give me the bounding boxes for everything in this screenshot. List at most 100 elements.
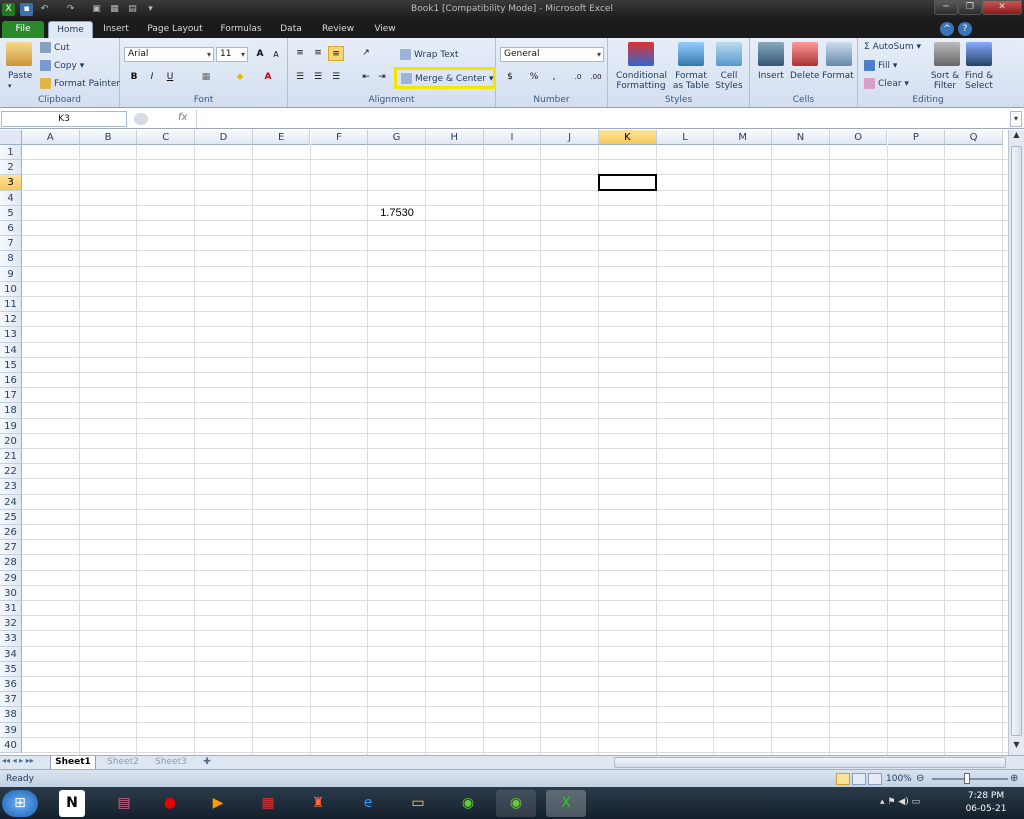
row-header-31[interactable]: 31 — [0, 601, 22, 617]
wrap-text-button[interactable]: Wrap Text — [400, 49, 459, 60]
worksheet-grid[interactable]: ABCDEFGHIJKLMNOPQ 1 2 3 4 5 6 7 8 9 10 11 12 13 14 15 1… — [0, 130, 1008, 755]
page-layout-view-icon[interactable] — [852, 773, 866, 785]
font-name-select[interactable]: Arial — [124, 47, 214, 62]
column-header-q[interactable]: Q — [945, 130, 1003, 145]
row-header-37[interactable]: 37 — [0, 692, 22, 708]
row-header-19[interactable]: 19 — [0, 418, 22, 434]
row-header-4[interactable]: 4 — [0, 190, 22, 206]
browser-icon[interactable]: ◉ — [496, 790, 536, 817]
excel-taskbar-icon[interactable]: X — [546, 790, 586, 817]
underline-button[interactable]: U — [162, 70, 178, 85]
winrar-icon[interactable]: ▤ — [104, 790, 144, 817]
row-header-35[interactable]: 35 — [0, 661, 22, 677]
sheet-nav-icons[interactable]: ◂◂ ◂ ▸ ▸▸ — [2, 756, 34, 765]
format-as-table-icon[interactable] — [678, 42, 704, 66]
column-header-h[interactable]: H — [425, 130, 484, 145]
merge-center-button[interactable]: Merge & Center ▾ — [394, 67, 496, 89]
row-header-40[interactable]: 40 — [0, 737, 22, 753]
bold-button[interactable]: B — [126, 70, 142, 85]
tab-file[interactable]: File — [2, 21, 44, 38]
align-middle-icon[interactable]: ≡ — [310, 46, 326, 61]
conditional-formatting-icon[interactable] — [628, 42, 654, 66]
column-header-i[interactable]: I — [483, 130, 542, 145]
game-icon[interactable]: ♜ — [298, 790, 338, 817]
zoom-slider-thumb[interactable] — [964, 773, 970, 784]
cell-g5[interactable]: 1.7530 — [368, 206, 426, 221]
vertical-scrollbar[interactable]: ▲ ▼ — [1008, 130, 1024, 755]
row-header-8[interactable]: 8 — [0, 251, 22, 267]
zoom-level[interactable]: 100% — [886, 774, 912, 784]
number-format-select[interactable]: General — [500, 47, 604, 62]
align-center-icon[interactable]: ☰ — [310, 70, 326, 85]
sheet-tab-2[interactable]: Sheet2 — [100, 756, 146, 770]
media-player-icon[interactable]: ▶ — [198, 790, 238, 817]
scroll-down-icon[interactable]: ▼ — [1010, 740, 1023, 754]
comma-button[interactable]: , — [546, 70, 562, 85]
increase-indent-icon[interactable]: ⇥ — [374, 70, 390, 85]
column-header-p[interactable]: P — [887, 130, 946, 145]
tab-page-layout[interactable]: Page Layout — [144, 21, 206, 38]
fill-color-icon[interactable]: ◆ — [232, 70, 248, 85]
tab-formulas[interactable]: Formulas — [216, 21, 266, 38]
column-header-n[interactable]: N — [772, 130, 830, 145]
format-cells-icon[interactable] — [826, 42, 852, 66]
row-header-11[interactable]: 11 — [0, 297, 22, 313]
column-header-c[interactable]: C — [137, 130, 196, 145]
column-header-o[interactable]: O — [829, 130, 888, 145]
notion-icon[interactable]: N — [59, 790, 85, 817]
paste-arrow-icon[interactable]: ▾ — [8, 82, 12, 90]
row-header-3[interactable]: 3 — [0, 175, 22, 191]
close-button[interactable]: ✕ — [982, 0, 1022, 15]
restore-button[interactable]: ❐ — [958, 0, 982, 15]
row-header-6[interactable]: 6 — [0, 221, 22, 237]
internet-explorer-icon[interactable]: e — [348, 790, 388, 817]
row-header-10[interactable]: 10 — [0, 281, 22, 297]
scroll-up-icon[interactable]: ▲ — [1010, 130, 1023, 144]
copy-button[interactable]: Copy ▾ — [40, 60, 84, 71]
cell-styles-icon[interactable] — [716, 42, 742, 66]
decrease-decimal-button[interactable]: .00 — [588, 70, 604, 85]
orientation-icon[interactable]: ↗ — [358, 46, 374, 61]
column-header-j[interactable]: J — [541, 130, 599, 145]
sort-filter-button[interactable]: Sort & Filter — [930, 71, 960, 91]
row-header-32[interactable]: 32 — [0, 616, 22, 632]
tab-review[interactable]: Review — [316, 21, 360, 38]
scroll-thumb[interactable] — [1011, 146, 1022, 736]
align-right-icon[interactable]: ☰ — [328, 70, 344, 85]
row-header-18[interactable]: 18 — [0, 403, 22, 419]
start-button[interactable]: ⊞ — [2, 790, 38, 817]
row-header-9[interactable]: 9 — [0, 266, 22, 282]
row-header-33[interactable]: 33 — [0, 631, 22, 647]
row-header-30[interactable]: 30 — [0, 585, 22, 601]
column-header-k[interactable]: K — [599, 130, 657, 145]
minimize-button[interactable]: ─ — [934, 0, 958, 15]
tab-home[interactable]: Home — [48, 21, 93, 38]
file-explorer-icon[interactable]: ▭ — [398, 790, 438, 817]
tray-icons[interactable]: ▴ ⚑ ◀) ▭ — [880, 797, 920, 807]
font-color-icon[interactable]: A — [260, 70, 276, 85]
recorder-icon[interactable]: ● — [150, 790, 190, 817]
ribbon-minimize-icon[interactable]: ^ — [940, 22, 954, 36]
row-header-25[interactable]: 25 — [0, 509, 22, 525]
insert-cells-button[interactable]: Insert — [758, 71, 784, 81]
formula-input[interactable] — [196, 110, 1008, 128]
chrome-like-icon[interactable]: ◉ — [448, 790, 488, 817]
align-top-icon[interactable]: ≡ — [292, 46, 308, 61]
row-header-38[interactable]: 38 — [0, 707, 22, 723]
row-header-5[interactable]: 5 — [0, 205, 22, 221]
cell-styles-button[interactable]: Cell Styles — [712, 71, 746, 91]
row-header-36[interactable]: 36 — [0, 677, 22, 693]
select-all-button[interactable] — [0, 130, 22, 145]
tab-view[interactable]: View — [368, 21, 402, 38]
expand-formula-bar-icon[interactable]: ▾ — [1010, 111, 1022, 127]
binoculars-icon[interactable] — [966, 42, 992, 66]
percent-button[interactable]: % — [526, 70, 542, 85]
delete-cells-button[interactable]: Delete — [790, 71, 820, 81]
row-header-20[interactable]: 20 — [0, 433, 22, 449]
tab-data[interactable]: Data — [276, 21, 306, 38]
format-painter-button[interactable]: Format Painter — [40, 78, 120, 89]
horizontal-scrollbar[interactable] — [614, 757, 1006, 768]
active-cell-cursor[interactable] — [598, 174, 657, 191]
paste-icon[interactable] — [6, 42, 32, 66]
column-header-a[interactable]: A — [22, 130, 80, 145]
